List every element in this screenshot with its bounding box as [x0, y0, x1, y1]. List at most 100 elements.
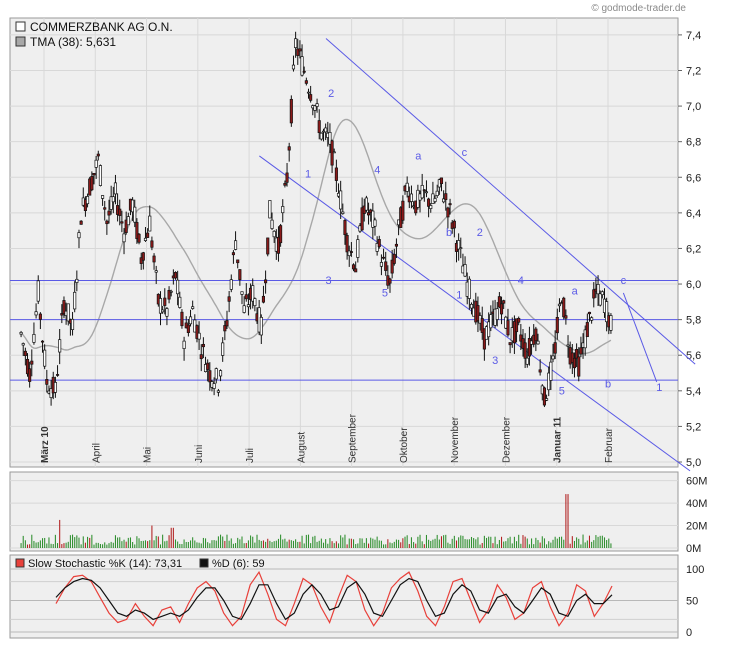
candle-body — [351, 264, 356, 270]
candle-body — [223, 325, 227, 332]
month-label: November — [450, 416, 461, 463]
month-label: Januar 11 — [553, 416, 564, 463]
candle-body — [435, 190, 439, 196]
candle-body — [587, 311, 592, 315]
candle-body — [152, 255, 156, 263]
candle-body — [30, 360, 34, 365]
candle-body — [197, 332, 201, 340]
candle-body — [538, 369, 542, 373]
candle-body — [429, 205, 433, 209]
wave-label: b — [446, 227, 452, 239]
candle-body — [566, 344, 570, 347]
stochastic-tick-label: 0 — [686, 627, 692, 639]
candle-body — [118, 208, 122, 216]
candle-body — [253, 298, 257, 307]
candle-body — [148, 215, 152, 232]
stock-chart: © godmode-trader.de 5,0 5,2 5,4 5,6 5,8 6,0 6,… — [9, 3, 707, 639]
candle-body — [73, 291, 77, 310]
candle-body — [553, 342, 557, 354]
candle-body — [261, 295, 265, 303]
candle-body — [146, 232, 150, 238]
candle-body — [266, 237, 270, 255]
candle-body — [401, 200, 405, 221]
wave-label: 5 — [559, 385, 565, 397]
candle-body — [58, 339, 62, 353]
legend-swatch — [15, 21, 26, 32]
candle-body — [21, 343, 25, 346]
month-label: Mai — [143, 447, 154, 463]
candle-body — [309, 94, 313, 101]
candle-body — [188, 316, 193, 325]
month-label: Dezember — [501, 416, 512, 463]
candle-body — [598, 293, 602, 306]
candle-body — [32, 334, 36, 343]
candle-body — [154, 270, 158, 273]
wave-label: 4 — [518, 275, 524, 287]
candle-body — [285, 172, 289, 183]
price-tick-label: 6,6 — [686, 172, 701, 184]
candle-body — [150, 240, 154, 248]
candle-body — [238, 269, 242, 280]
candle-body — [341, 211, 345, 214]
candle-body — [444, 193, 448, 201]
candle-body — [92, 173, 96, 176]
candle-body — [536, 340, 540, 345]
candle-body — [176, 279, 180, 295]
candle-body — [79, 220, 83, 225]
candle-body — [557, 303, 561, 307]
candle-body — [502, 300, 506, 304]
candle-body — [270, 219, 274, 229]
wave-label: 3 — [492, 355, 498, 367]
candle-body — [354, 268, 358, 273]
candle-body — [377, 239, 381, 248]
candle-body — [345, 234, 349, 253]
candle-body — [525, 357, 529, 365]
candle-body — [53, 382, 57, 393]
candle-body — [281, 206, 285, 214]
candle-body — [43, 349, 47, 367]
candle-body — [219, 370, 223, 377]
candle-body — [94, 159, 98, 168]
candle-body — [113, 182, 117, 195]
wave-label: 2 — [477, 227, 483, 239]
candle-body — [577, 356, 581, 377]
watermark: © godmode-trader.de — [591, 3, 686, 14]
wave-label: a — [415, 150, 422, 162]
wave-label: b — [605, 378, 611, 390]
candle-body — [272, 230, 276, 238]
candle-body — [452, 220, 456, 229]
price-tick-label: 5,0 — [686, 457, 701, 469]
candle-body — [562, 297, 566, 318]
candle-body — [590, 317, 594, 321]
candle-body — [259, 317, 263, 336]
candle-body — [40, 340, 45, 343]
candle-body — [216, 390, 220, 393]
candle-body — [439, 177, 444, 185]
price-panel — [9, 17, 679, 468]
price-tick-label: 6,4 — [686, 208, 701, 220]
candle-body — [549, 361, 553, 381]
candle-body — [268, 200, 272, 219]
candle-body — [103, 207, 107, 210]
wave-label: 3 — [326, 275, 332, 287]
candle-body — [334, 167, 338, 181]
candle-body — [225, 320, 229, 327]
month-label: Juni — [194, 445, 205, 463]
candle-body — [343, 220, 347, 236]
wave-label: 4 — [374, 165, 380, 177]
candle-body — [208, 370, 212, 383]
candle-body — [244, 294, 248, 300]
candle-body — [469, 303, 474, 309]
month-label: Oktober — [399, 427, 410, 463]
candle-body — [596, 284, 600, 295]
candle-body — [38, 313, 42, 320]
candle-body — [572, 357, 577, 369]
candle-body — [141, 252, 145, 261]
candle-body — [107, 210, 111, 216]
price-tick-label: 6,0 — [686, 279, 701, 291]
candle-body — [264, 279, 268, 284]
stochastic-tick-label: 50 — [686, 596, 698, 608]
candle-body — [45, 379, 49, 385]
candle-body — [28, 368, 32, 382]
candle-body — [564, 315, 568, 319]
